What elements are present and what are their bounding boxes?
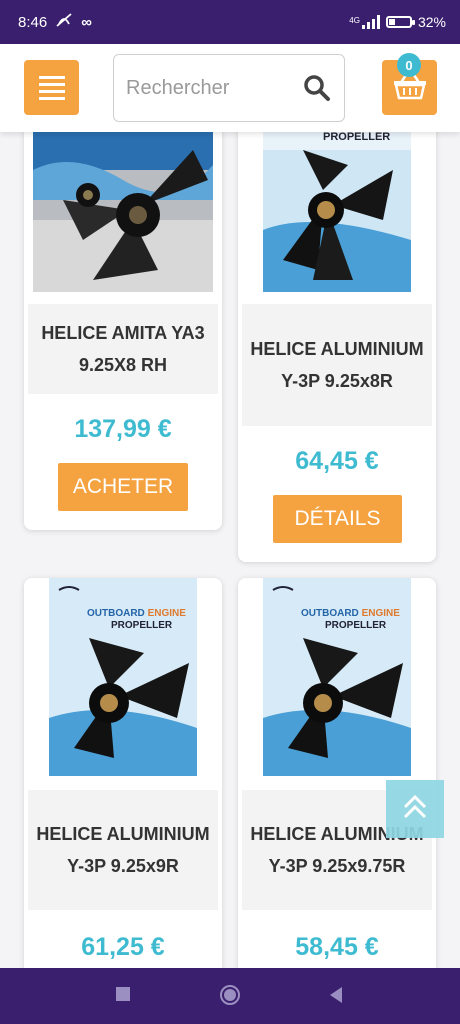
svg-text:OUTBOARD ENGINE: OUTBOARD ENGINE bbox=[301, 608, 400, 619]
double-chevron-up-icon bbox=[400, 792, 430, 827]
signal-icon bbox=[361, 15, 380, 29]
product-name[interactable]: HELICE AMITA YA3 9.25X8 RH bbox=[28, 304, 218, 394]
back-button[interactable] bbox=[328, 986, 344, 1004]
scroll-to-top-button[interactable] bbox=[386, 780, 444, 838]
battery-percent: 32% bbox=[417, 14, 446, 30]
svg-text:PROPELLER: PROPELLER bbox=[325, 620, 387, 631]
infinity-icon: ∞ bbox=[81, 13, 92, 31]
status-time: 8:46 bbox=[18, 13, 48, 31]
product-price: 64,45 € bbox=[295, 447, 379, 475]
svg-text:PROPELLER: PROPELLER bbox=[323, 131, 390, 143]
product-price: 61,25 € bbox=[81, 933, 165, 961]
product-image[interactable]: PROPELLER bbox=[263, 110, 411, 292]
hamburger-icon bbox=[38, 75, 65, 79]
product-price: 137,99 € bbox=[74, 415, 172, 443]
svg-text:PROPELLER: PROPELLER bbox=[111, 620, 173, 631]
network-type: 4G bbox=[349, 16, 360, 25]
product-image[interactable]: OUTBOARD ENGINE PROPELLER bbox=[263, 578, 411, 776]
search-bar bbox=[113, 54, 345, 122]
svg-text:OUTBOARD ENGINE: OUTBOARD ENGINE bbox=[87, 608, 186, 619]
cart-button[interactable]: 0 bbox=[382, 53, 437, 115]
search-input[interactable] bbox=[126, 76, 302, 100]
system-nav-bar bbox=[0, 968, 460, 1024]
product-card[interactable]: HELICE AMITA YA3 9.25X8 RH 137,99 € ACHE… bbox=[24, 110, 222, 530]
product-image[interactable]: OUTBOARD ENGINE PROPELLER bbox=[49, 578, 197, 776]
product-name[interactable]: HELICE ALUMINIUM Y-3P 9.25x8R bbox=[242, 304, 432, 426]
details-button[interactable]: DÉTAILS bbox=[273, 495, 402, 543]
buy-button[interactable]: ACHETER bbox=[58, 463, 188, 511]
dnd-off-icon bbox=[55, 12, 73, 32]
cart-count-badge: 0 bbox=[397, 53, 421, 77]
product-card[interactable]: OUTBOARD ENGINE PROPELLER HELICE ALUMINI… bbox=[24, 578, 222, 998]
product-name[interactable]: HELICE ALUMINIUM Y-3P 9.25x9R bbox=[28, 790, 218, 910]
menu-button[interactable] bbox=[24, 60, 79, 115]
recents-button[interactable] bbox=[115, 986, 131, 1002]
status-bar: 8:46 ∞ 4G 32% bbox=[0, 0, 460, 44]
app-header: 0 bbox=[0, 44, 460, 132]
product-price: 58,45 € bbox=[295, 933, 379, 961]
product-image[interactable] bbox=[33, 110, 213, 292]
home-button[interactable] bbox=[219, 984, 241, 1006]
battery-icon bbox=[385, 16, 415, 28]
search-icon[interactable] bbox=[302, 73, 332, 103]
product-card[interactable]: PROPELLER HELICE ALUMINIUM Y-3P 9.25x8R … bbox=[238, 110, 436, 562]
